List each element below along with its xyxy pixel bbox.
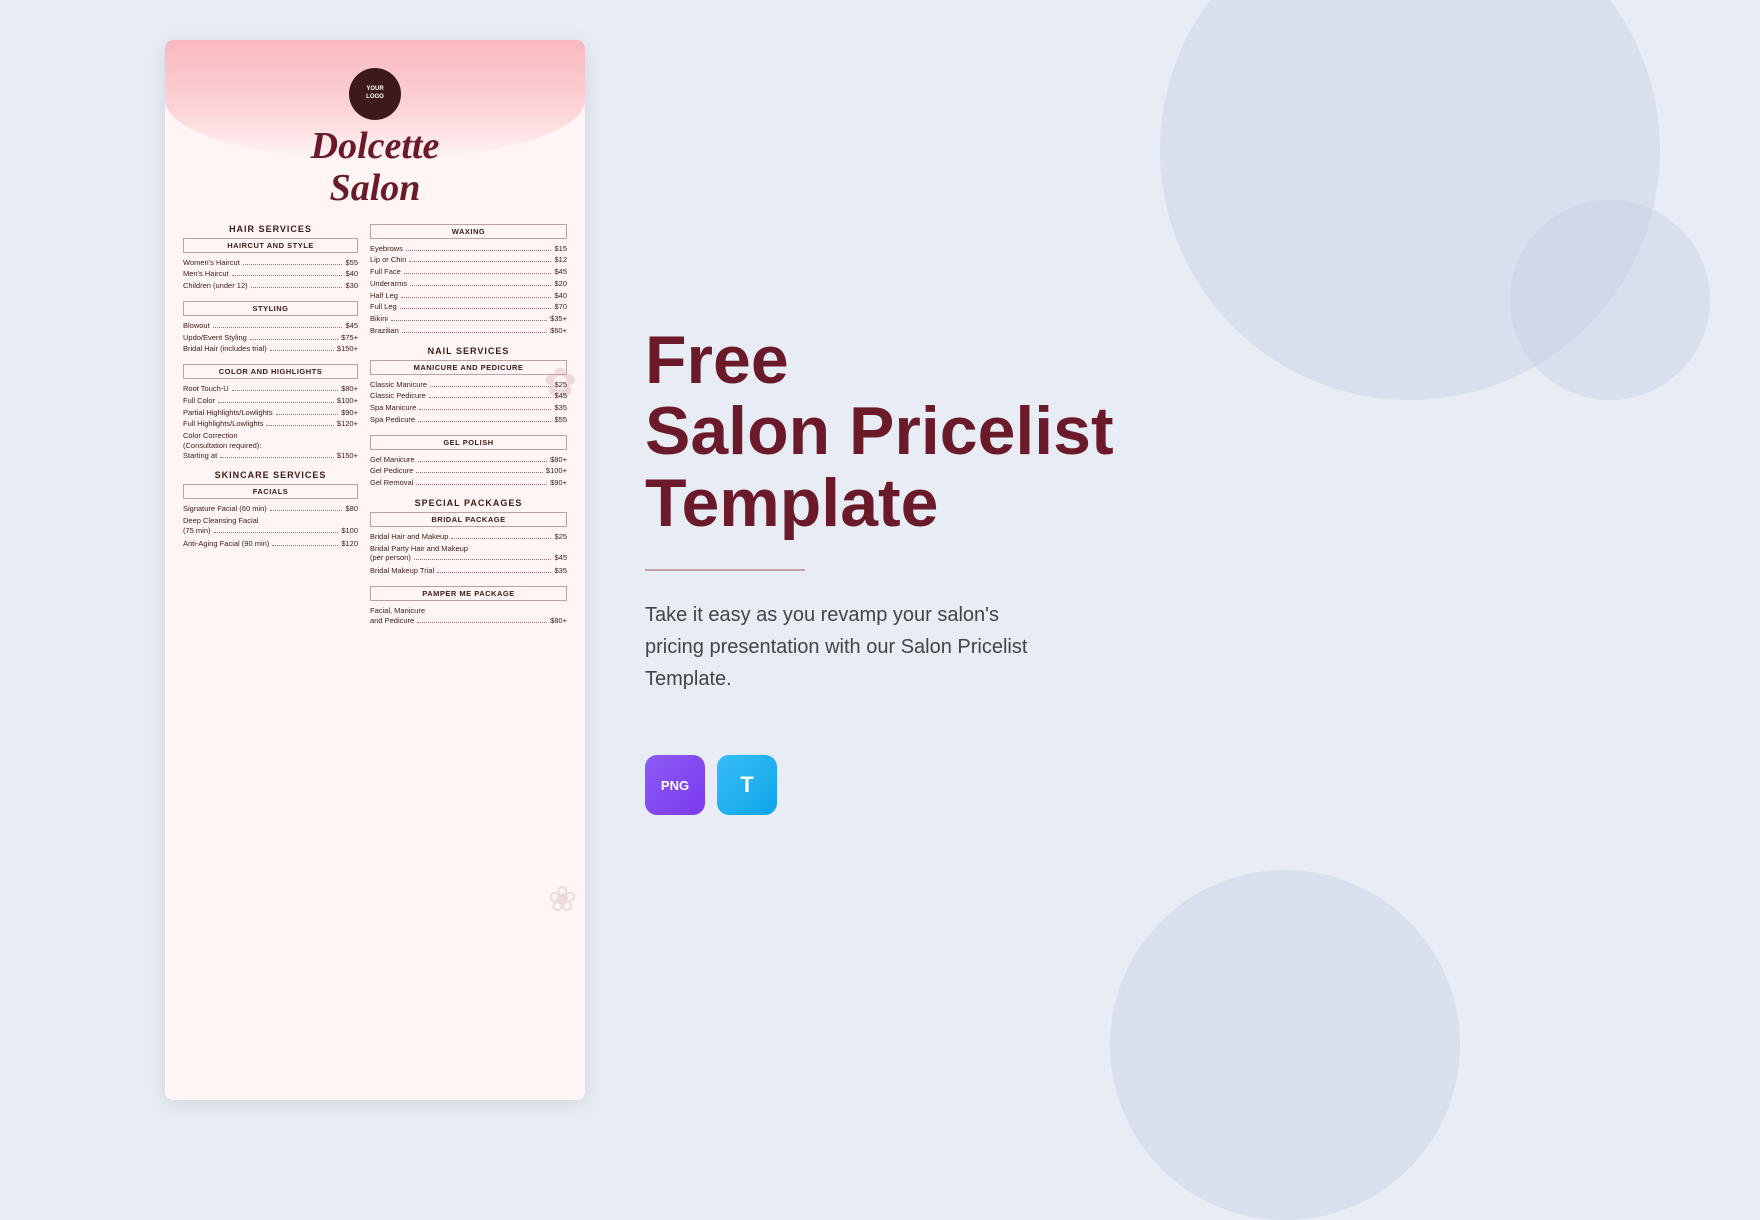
- styling-section: STYLING Blowout $45 Updo/Event Styling $…: [183, 301, 358, 354]
- price-row: Spa Pedicure $55: [370, 415, 567, 425]
- price-row: Classic Manicure $25: [370, 380, 567, 390]
- nail-services-title: NAIL SERVICES: [370, 346, 567, 356]
- menu-card: YOUR LOGO Dolcette Salon HAIR SERVICES H…: [165, 40, 585, 1100]
- price-row: Women's Haircut $55: [183, 258, 358, 268]
- price-row: Full Highlights/Lowlights $120+: [183, 419, 358, 429]
- color-correction-item: Color Correction (Consultation required)…: [183, 431, 358, 460]
- hair-services-section: HAIR SERVICES HAIRCUT AND STYLE Women's …: [183, 224, 358, 291]
- facial-mani-pedi-item: Facial, Manicure and Pedicure $80+: [370, 606, 567, 626]
- png-format-icon[interactable]: PNG: [645, 755, 705, 815]
- price-row: Full Color $100+: [183, 396, 358, 406]
- promo-description: Take it easy as you revamp your salon's …: [645, 599, 1125, 695]
- price-row: Partial Highlights/Lowlights $90+: [183, 408, 358, 418]
- template-format-icon[interactable]: T: [717, 755, 777, 815]
- price-row: Spa Manicure $35: [370, 403, 567, 413]
- styling-box: STYLING: [183, 301, 358, 316]
- price-row: Underarms $20: [370, 279, 567, 289]
- price-row: Eyebrows $15: [370, 244, 567, 254]
- hair-services-title: HAIR SERVICES: [183, 224, 358, 234]
- price-row: Full Face $45: [370, 267, 567, 277]
- price-row: Gel Manicure $80+: [370, 455, 567, 465]
- right-column: WAXING Eyebrows $15 Lip or Chin $12 Full…: [370, 224, 567, 636]
- price-row: Lip or Chin $12: [370, 255, 567, 265]
- floral-decoration-right: ❀: [548, 880, 577, 920]
- left-column: HAIR SERVICES HAIRCUT AND STYLE Women's …: [183, 224, 358, 636]
- price-row: Half Leg $40: [370, 291, 567, 301]
- price-row: Full Leg $70: [370, 302, 567, 312]
- special-packages-section: SPECIAL PACKAGES BRIDAL PACKAGE Bridal H…: [370, 498, 567, 576]
- menu-columns: HAIR SERVICES HAIRCUT AND STYLE Women's …: [183, 224, 567, 636]
- waxing-section: WAXING Eyebrows $15 Lip or Chin $12 Full…: [370, 224, 567, 336]
- bridal-party-item: Bridal Party Hair and Makeup (per person…: [370, 544, 567, 564]
- gel-polish-box: GEL POLISH: [370, 435, 567, 450]
- special-packages-title: SPECIAL PACKAGES: [370, 498, 567, 508]
- promo-section: Free Salon Pricelist Template Take it ea…: [585, 325, 1760, 815]
- price-row: Bridal Hair and Makeup $25: [370, 532, 567, 542]
- nail-services-section: NAIL SERVICES MANICURE AND PEDICURE Clas…: [370, 346, 567, 425]
- price-row: Anti-Aging Facial (90 min) $120: [183, 539, 358, 549]
- price-row: Blowout $45: [183, 321, 358, 331]
- bg-decoration-2: [1110, 870, 1460, 1220]
- color-highlights-box: COLOR AND HIGHLIGHTS: [183, 364, 358, 379]
- price-row: Gel Pedicure $100+: [370, 466, 567, 476]
- price-row: Updo/Event Styling $75+: [183, 333, 358, 343]
- color-highlights-section: COLOR AND HIGHLIGHTS Root Touch-U $80+ F…: [183, 364, 358, 460]
- logo-circle: YOUR LOGO: [349, 68, 401, 120]
- price-row: Signature Facial (60 min) $80: [183, 504, 358, 514]
- price-row: Bridal Hair (includes trial) $150+: [183, 344, 358, 354]
- facials-box: FACIALS: [183, 484, 358, 499]
- format-icons-row: PNG T: [645, 755, 1720, 815]
- skincare-title: SKINCARE SERVICES: [183, 470, 358, 480]
- logo-text: YOUR LOGO: [366, 86, 384, 102]
- png-label: PNG: [661, 778, 689, 793]
- price-row: Bridal Makeup Trial $35: [370, 566, 567, 576]
- price-row: Root Touch-U $80+: [183, 384, 358, 394]
- salon-title: Dolcette Salon: [183, 126, 567, 210]
- pamper-me-box: PAMPER ME PACKAGE: [370, 586, 567, 601]
- deep-cleansing-item: Deep Cleansing Facial (75 min) $100: [183, 516, 358, 536]
- price-row: Men's Haircut $40: [183, 269, 358, 279]
- waxing-box: WAXING: [370, 224, 567, 239]
- price-row: Bikini $35+: [370, 314, 567, 324]
- price-row: Classic Pedicure $45: [370, 391, 567, 401]
- gel-polish-section: GEL POLISH Gel Manicure $80+ Gel Pedicur…: [370, 435, 567, 488]
- skincare-section: SKINCARE SERVICES FACIALS Signature Faci…: [183, 470, 358, 548]
- price-row: Children (under 12) $30: [183, 281, 358, 291]
- bridal-package-box: BRIDAL PACKAGE: [370, 512, 567, 527]
- promo-divider: [645, 569, 805, 571]
- manicure-pedicure-box: MANICURE AND PEDICURE: [370, 360, 567, 375]
- price-row: Brazilian $60+: [370, 326, 567, 336]
- bg-decoration-3: [1510, 200, 1710, 400]
- pamper-me-section: PAMPER ME PACKAGE Facial, Manicure and P…: [370, 586, 567, 626]
- price-row: Gel Removal $90+: [370, 478, 567, 488]
- haircut-style-box: HAIRCUT AND STYLE: [183, 238, 358, 253]
- t-label: T: [740, 772, 753, 798]
